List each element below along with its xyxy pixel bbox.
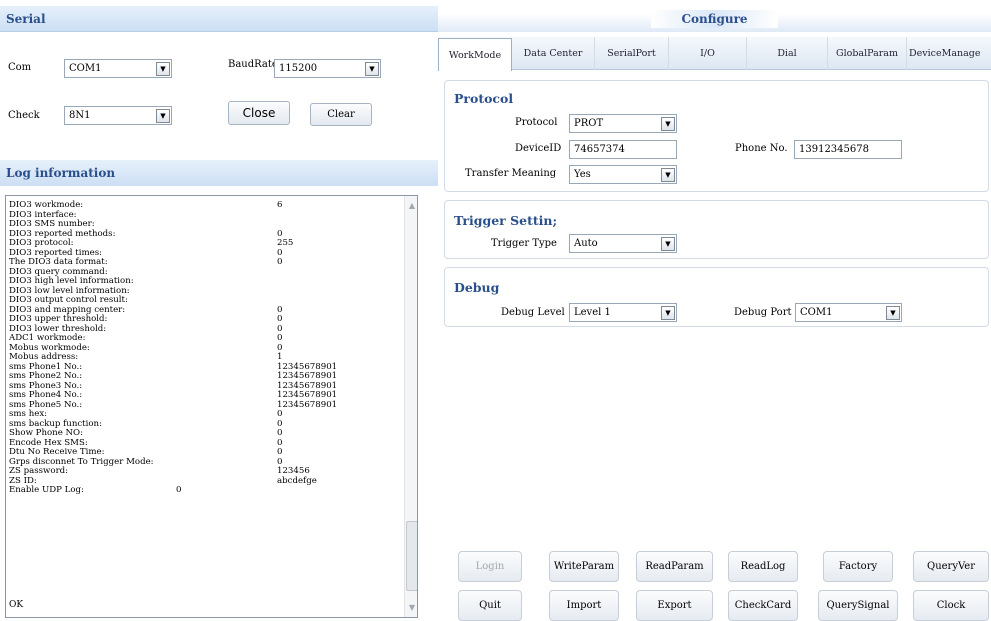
phone-label: Phone No.	[735, 143, 788, 154]
debug-group: Debug Debug Level Level 1 ▼ Debug Port C…	[444, 267, 989, 327]
tab-io[interactable]: I/O	[669, 37, 747, 70]
quit-button[interactable]: Quit	[458, 590, 522, 621]
chevron-down-icon[interactable]: ▼	[661, 167, 675, 182]
protocol-group-title: Protocol	[454, 91, 514, 106]
import-button[interactable]: Import	[549, 590, 619, 621]
log-key: Enable UDP Log:	[9, 485, 84, 495]
log-value: 6	[277, 200, 283, 210]
tab-globalparam[interactable]: GlobalParam	[828, 37, 907, 70]
query-signal-button[interactable]: QuerySignal	[818, 590, 898, 621]
log-textarea[interactable]: DIO3 workmode: 6 DIO3 interface: DIO3 SMS n…	[5, 195, 418, 618]
debug-port-value: COM1	[800, 307, 833, 318]
baudrate-select[interactable]: 115200 ▼	[274, 59, 381, 78]
clear-button[interactable]: Clear	[310, 103, 372, 126]
debug-level-value: Level 1	[574, 307, 611, 318]
login-button[interactable]: Login	[458, 551, 522, 582]
factory-button[interactable]: Factory	[823, 551, 893, 582]
chevron-down-icon[interactable]: ▼	[156, 61, 170, 76]
debug-group-title: Debug	[454, 280, 500, 295]
serial-panel: Serial Com COM1 ▼ BaudRate 115200 ▼ Chec…	[0, 0, 438, 621]
phone-field[interactable]: 13912345678	[794, 140, 902, 159]
tab-workmode[interactable]: WorkMode	[438, 38, 512, 71]
log-lines: DIO3 workmode: 6 DIO3 interface: DIO3 SMS n…	[9, 200, 403, 496]
chevron-down-icon[interactable]: ▼	[886, 305, 900, 320]
write-param-button[interactable]: WriteParam	[549, 551, 619, 582]
tab-devicemanage[interactable]: DeviceManage	[907, 37, 991, 70]
protocol-label: Protocol	[515, 117, 558, 128]
configure-panel: Configure WorkMode Data Center SerialPor…	[438, 0, 991, 621]
log-ok-line: OK	[9, 600, 24, 610]
com-select[interactable]: COM1 ▼	[64, 59, 172, 78]
deviceid-label: DeviceID	[515, 143, 562, 154]
trigger-type-select[interactable]: Auto ▼	[569, 234, 677, 253]
trigger-type-value: Auto	[574, 238, 598, 249]
read-log-button[interactable]: ReadLog	[728, 551, 798, 582]
com-select-value: COM1	[69, 63, 102, 74]
protocol-select-value: PROT	[574, 118, 604, 129]
chevron-down-icon[interactable]: ▼	[661, 236, 675, 251]
tab-serialport[interactable]: SerialPort	[595, 37, 669, 70]
serial-section-title: Serial	[0, 6, 438, 32]
protocol-select[interactable]: PROT ▼	[569, 114, 677, 133]
query-ver-button[interactable]: QueryVer	[913, 551, 989, 582]
baudrate-select-value: 115200	[279, 63, 318, 74]
trigger-group: Trigger Settin; Trigger Type Auto ▼	[444, 200, 989, 259]
transfer-meaning-select[interactable]: Yes ▼	[569, 165, 677, 184]
trigger-group-title: Trigger Settin;	[454, 213, 558, 228]
debug-port-select[interactable]: COM1 ▼	[795, 303, 902, 322]
close-button[interactable]: Close	[228, 101, 290, 125]
configure-title: Configure	[651, 10, 778, 28]
check-select[interactable]: 8N1 ▼	[64, 106, 172, 125]
protocol-group: Protocol Protocol PROT ▼ DeviceID 746573…	[444, 80, 989, 192]
log-section-title: Log information	[0, 160, 438, 186]
baudrate-label: BaudRate	[228, 59, 278, 70]
scrollbar-thumb[interactable]	[406, 521, 417, 591]
deviceid-field[interactable]: 74657374	[569, 140, 677, 159]
export-button[interactable]: Export	[636, 590, 713, 621]
log-value: 0	[277, 257, 283, 267]
chevron-down-icon[interactable]: ▼	[661, 116, 675, 131]
clock-button[interactable]: Clock	[913, 590, 989, 621]
tab-dial[interactable]: Dial	[747, 37, 828, 70]
log-row: ZS password: 123456	[9, 466, 403, 477]
log-row: Enable UDP Log: 0	[9, 485, 403, 496]
configure-header: Configure	[438, 6, 991, 32]
read-param-button[interactable]: ReadParam	[636, 551, 713, 582]
log-value: abcdefge	[277, 475, 317, 486]
tab-data-center[interactable]: Data Center	[512, 37, 595, 70]
udp-log-value: 0	[176, 485, 182, 495]
transfer-meaning-label: Transfer Meaning	[465, 168, 557, 179]
trigger-type-label: Trigger Type	[491, 238, 557, 249]
log-row: sms Phone5 No.: 12345678901	[9, 399, 403, 411]
chevron-down-icon[interactable]: ▼	[661, 305, 675, 320]
debug-port-label: Debug Port	[734, 307, 792, 318]
log-row: Grps disconnet To Trigger Mode: 0	[9, 457, 403, 468]
check-label: Check	[8, 110, 40, 121]
chevron-down-icon[interactable]: ▼	[156, 108, 170, 123]
transfer-meaning-value: Yes	[574, 169, 591, 180]
log-value: 12345678901	[277, 399, 338, 410]
check-card-button[interactable]: CheckCard	[728, 590, 798, 621]
debug-level-label: Debug Level	[501, 307, 565, 318]
chevron-down-icon[interactable]: ▼	[365, 61, 379, 76]
log-scrollbar[interactable]: ▲ ▼	[404, 196, 417, 617]
scroll-up-icon[interactable]: ▲	[405, 198, 417, 212]
check-select-value: 8N1	[69, 110, 91, 121]
config-tabs: WorkMode Data Center SerialPort I/O Dial…	[438, 37, 991, 71]
debug-level-select[interactable]: Level 1 ▼	[569, 303, 677, 322]
com-label: Com	[8, 62, 32, 73]
scroll-down-icon[interactable]: ▼	[405, 600, 417, 614]
